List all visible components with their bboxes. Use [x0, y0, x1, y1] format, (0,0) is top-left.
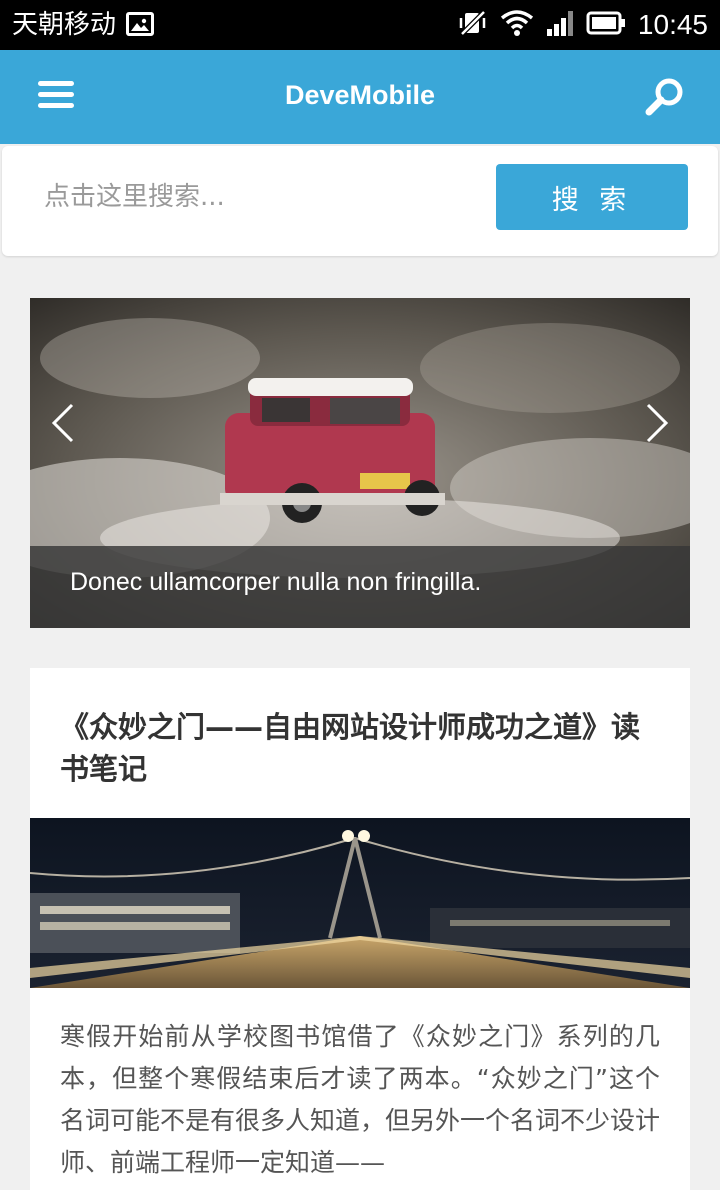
clock: 10:45	[637, 9, 708, 40]
article-image[interactable]	[30, 818, 690, 988]
carousel-caption: Donec ullamcorper nulla non fringilla.	[30, 546, 690, 628]
carrier-name: 天朝移动	[12, 10, 117, 40]
status-icons: 10:45	[458, 8, 708, 42]
app-title: DeveMobile	[284, 80, 436, 110]
search-icon[interactable]	[644, 76, 686, 118]
status-bar: 天朝移动 10:45	[0, 0, 720, 50]
chevron-right-icon[interactable]	[642, 403, 672, 443]
image-carousel[interactable]: Donec ullamcorper nulla non fringilla.	[30, 298, 690, 628]
image-icon	[126, 12, 154, 36]
chevron-left-icon[interactable]	[48, 403, 78, 443]
muted-vibrate-icon	[458, 8, 488, 42]
signal-icon	[546, 9, 574, 41]
article-card[interactable]: 《众妙之门——自由网站设计师成功之道》读书笔记 寒假开始前从学校图书馆借了《众妙…	[30, 668, 690, 1190]
search-button[interactable]: 搜 索	[496, 164, 688, 230]
article-title[interactable]: 《众妙之门——自由网站设计师成功之道》读书笔记	[60, 706, 665, 790]
article-excerpt: 寒假开始前从学校图书馆借了《众妙之门》系列的几本，但整个寒假结束后才读了两本。“…	[60, 1022, 661, 1177]
caption-text: Donec ullamcorper nulla non fringilla.	[70, 568, 482, 596]
search-input[interactable]	[22, 164, 474, 230]
battery-icon	[586, 11, 626, 39]
app-bar: DeveMobile	[0, 50, 720, 144]
search-panel: 搜 索	[2, 146, 718, 256]
wifi-icon	[500, 9, 534, 41]
